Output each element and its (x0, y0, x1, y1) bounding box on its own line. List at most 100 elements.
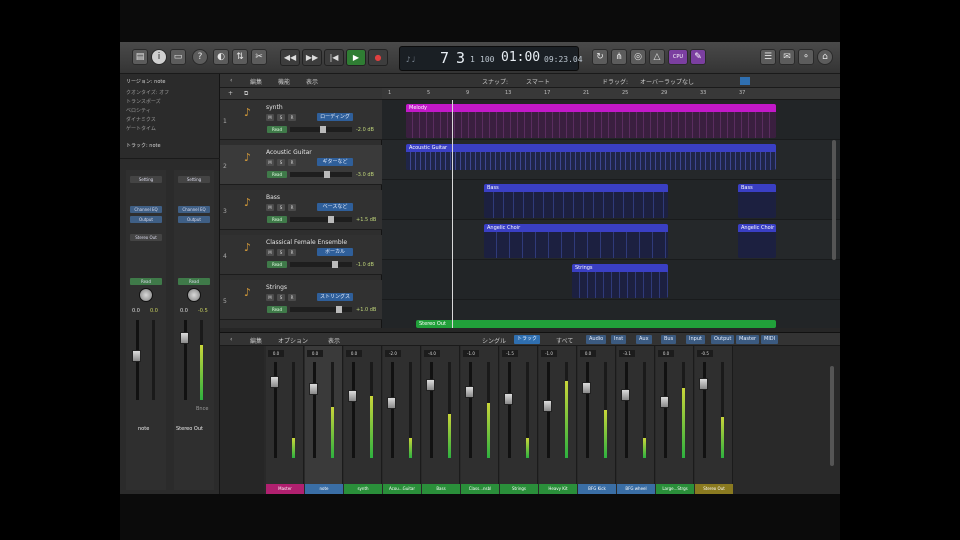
track-header[interactable]: 1 ♪ synth M S R ローディング Read -2.0 dB (220, 100, 382, 140)
solo-button[interactable]: S (277, 294, 285, 301)
output-slot[interactable]: Stereo Out (130, 234, 162, 241)
record-enable-button[interactable]: R (288, 159, 296, 166)
plugin-slot[interactable]: ストリングス (317, 293, 353, 301)
menu-chevron-icon[interactable]: ‹ (230, 77, 232, 84)
read-button[interactable]: Read (130, 278, 162, 285)
filter-master-button[interactable]: Master (736, 335, 760, 344)
mute-button[interactable]: M (266, 294, 274, 301)
plugin-slot[interactable]: ボーカル (317, 248, 353, 256)
toolbar-icon[interactable]: ▭ (170, 49, 186, 65)
mixer-channel-strip[interactable]: -0.5 Stereo Out (695, 346, 733, 494)
region-label[interactable]: リージョン: note (126, 78, 165, 85)
inspector-icon[interactable]: i (151, 49, 167, 65)
volume-fader[interactable] (270, 376, 279, 388)
filter-input-button[interactable]: Input (686, 335, 705, 344)
record-enable-button[interactable]: R (288, 294, 296, 301)
record-enable-button[interactable]: R (288, 204, 296, 211)
filter-audio-button[interactable]: Audio (586, 335, 607, 344)
plugin-slot[interactable]: ベースなど (317, 203, 353, 211)
mixer-channel-strip[interactable]: -3.1 BFG wheel (617, 346, 655, 494)
library-icon[interactable]: ▤ (132, 49, 148, 65)
automation-read-button[interactable]: Read (267, 171, 287, 178)
add-track-icon[interactable]: + (228, 90, 233, 97)
track-name[interactable]: Acoustic Guitar (266, 149, 312, 156)
volume-slider[interactable] (290, 306, 352, 313)
editors-icon[interactable]: ✂ (251, 49, 267, 65)
volume-fader[interactable] (348, 390, 357, 402)
solo-icon[interactable]: ◎ (630, 49, 646, 65)
automation-read-button[interactable]: Read (267, 216, 287, 223)
audio-region-stereo-out[interactable]: Stereo Out (416, 320, 776, 328)
browser-icon[interactable]: ⌂ (817, 49, 833, 65)
filter-midi-button[interactable]: MIDI (761, 335, 779, 344)
notepad-icon[interactable]: ✉ (779, 49, 795, 65)
setting-button[interactable]: Setting (130, 176, 162, 183)
volume-fader[interactable] (660, 396, 669, 408)
track-header[interactable]: 5 ♪ Strings M S R ストリングス Read +1.0 dB (220, 280, 382, 320)
mixer-channel-strip[interactable]: -1.0 Heavy Kit (539, 346, 577, 494)
pointer-tool-icon[interactable] (740, 77, 750, 85)
midi-region-melody[interactable]: Melody (406, 104, 776, 138)
mute-button[interactable]: M (266, 159, 274, 166)
mixer-options-menu[interactable]: オプション (278, 336, 308, 345)
track-name[interactable]: Bass (266, 194, 280, 201)
filter-bus-button[interactable]: Bus (661, 335, 677, 344)
read-button[interactable]: Read (178, 278, 210, 285)
go-to-start-button[interactable]: |◀ (324, 49, 344, 66)
mixer-channel-strip[interactable]: 0.0 BFG Kick (578, 346, 616, 494)
setting-button[interactable]: Setting (178, 176, 210, 183)
forward-button[interactable]: ▶▶ (302, 49, 322, 66)
single-view-button[interactable]: シングル (482, 336, 506, 345)
track-name[interactable]: Strings (266, 284, 287, 291)
mute-button[interactable]: M (266, 249, 274, 256)
volume-fader[interactable] (699, 378, 708, 390)
all-view-button[interactable]: すべて (556, 336, 573, 345)
view-menu[interactable]: 表示 (306, 77, 318, 86)
solo-button[interactable]: S (277, 114, 285, 121)
mixer-channel-strip[interactable]: 0.0 note (305, 346, 343, 494)
record-enable-button[interactable]: R (288, 114, 296, 121)
eq-slot[interactable]: Channel EQ (178, 206, 210, 213)
functions-menu[interactable]: 機能 (278, 77, 290, 86)
metronome-icon[interactable]: △ (649, 49, 665, 65)
track-header[interactable]: 2 ♪ Acoustic Guitar M S R ギターなど Read -3.0 dB (220, 145, 382, 185)
filter-aux-button[interactable]: Aux (636, 335, 652, 344)
volume-fader[interactable] (582, 382, 591, 394)
drag-select[interactable]: オーバーラップなし (640, 77, 694, 86)
mixer-channel-strip[interactable]: -4.0 Bass (422, 346, 460, 494)
folder-icon[interactable]: ⧉ (244, 90, 248, 98)
volume-fader[interactable] (465, 386, 474, 398)
filter-output-button[interactable]: Output (711, 335, 735, 344)
eq-slot[interactable]: Channel EQ (130, 206, 162, 213)
volume-fader[interactable] (132, 350, 141, 362)
automation-read-button[interactable]: Read (267, 306, 287, 313)
mute-button[interactable]: M (266, 204, 274, 211)
mixer-scrollbar[interactable] (830, 366, 834, 466)
mixer-icon[interactable]: ⇅ (232, 49, 248, 65)
pan-knob[interactable] (139, 288, 153, 302)
automation-read-button[interactable]: Read (267, 261, 287, 268)
help-icon[interactable]: ? (192, 49, 208, 65)
track-name[interactable]: Classical Female Ensemble (266, 239, 347, 246)
volume-fader[interactable] (309, 383, 318, 395)
tuner-icon[interactable]: ⋔ (611, 49, 627, 65)
volume-fader[interactable] (180, 332, 189, 344)
tracks-view-button[interactable]: トラック (514, 335, 541, 344)
filter-inst-button[interactable]: Inst (611, 335, 627, 344)
midi-region-bass[interactable]: Bass (738, 184, 776, 218)
plugin-slot[interactable]: ローディング (317, 113, 353, 121)
volume-fader[interactable] (543, 400, 552, 412)
mixer-channel-strip[interactable]: -2.0 Acou...Guitar (383, 346, 421, 494)
volume-fader[interactable] (426, 379, 435, 391)
cpu-button[interactable]: CPU (668, 49, 688, 65)
loop-browser-icon[interactable]: ⚬ (798, 49, 814, 65)
pan-knob[interactable] (187, 288, 201, 302)
track-name[interactable]: synth (266, 104, 283, 111)
volume-slider[interactable] (290, 216, 352, 223)
midi-region-choir[interactable]: Angelic Choir (738, 224, 776, 258)
mixer-channel-strip[interactable]: -1.0 Class...nsbl (461, 346, 499, 494)
solo-button[interactable]: S (277, 204, 285, 211)
playhead[interactable] (452, 100, 453, 328)
inspector-item[interactable]: ベロシティ (126, 107, 151, 114)
volume-fader[interactable] (504, 393, 513, 405)
